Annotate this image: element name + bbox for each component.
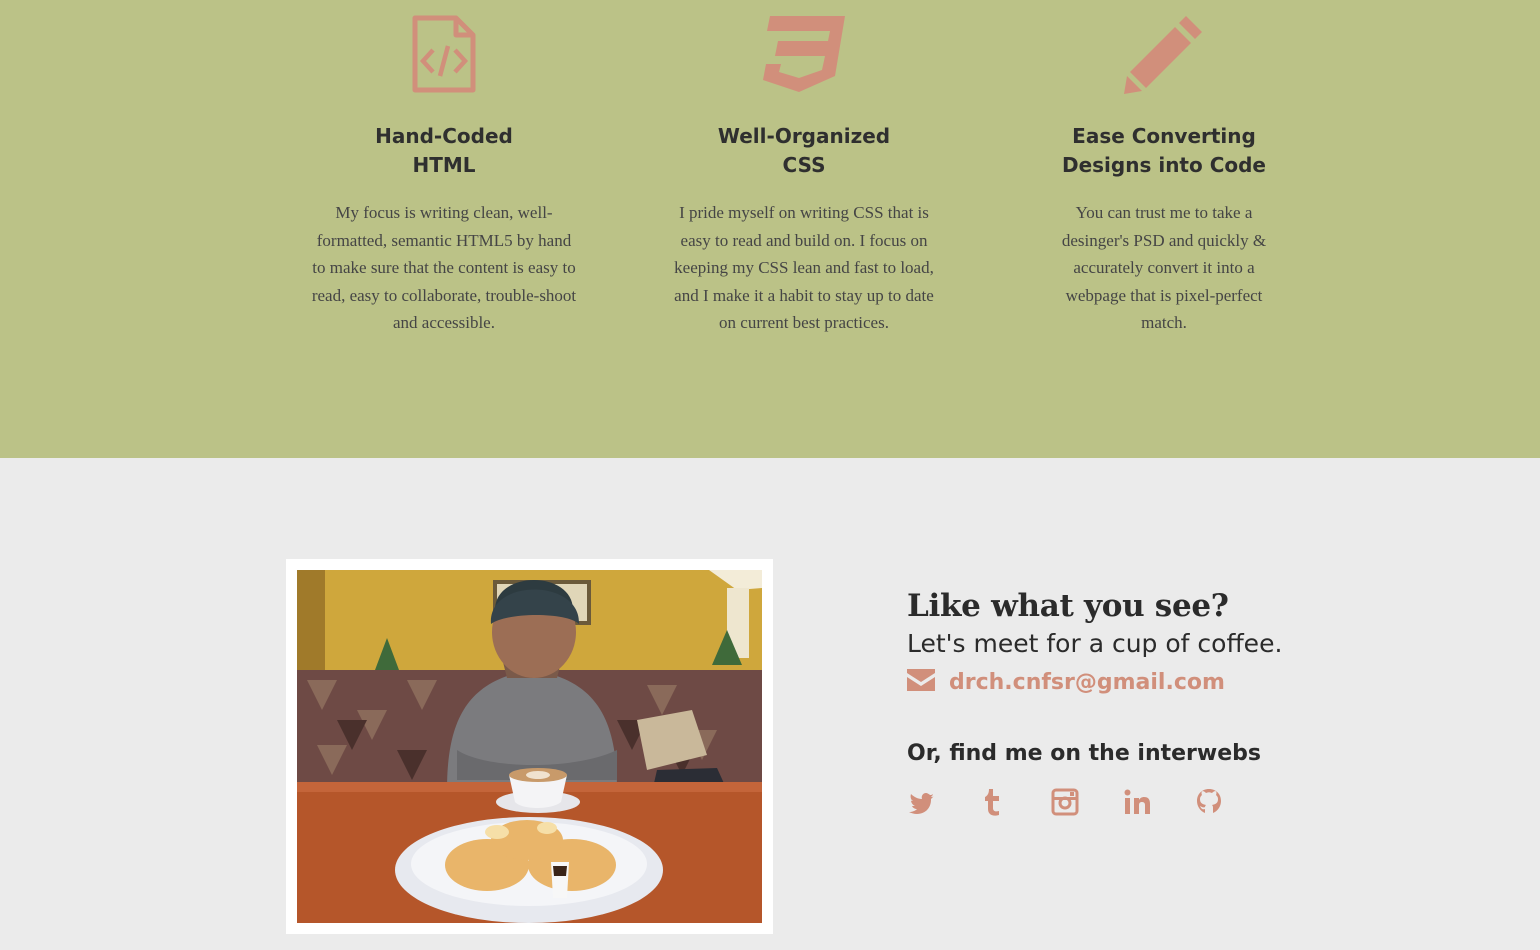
contact-heading: Like what you see? xyxy=(907,588,1229,624)
skill-title: Hand-Coded HTML xyxy=(375,124,513,177)
social-heading: Or, find me on the interwebs xyxy=(907,741,1261,766)
css3-icon xyxy=(654,0,954,100)
skill-description: You can trust me to take a desinger's PS… xyxy=(1061,203,1267,332)
skill-title: Well-Organized CSS xyxy=(717,124,891,177)
github-icon[interactable] xyxy=(1195,787,1223,817)
skill-description: I pride myself on writing CSS that is ea… xyxy=(674,203,934,332)
envelope-icon xyxy=(907,668,935,696)
skills-section: Hand-Coded HTML My focus is writing clea… xyxy=(0,0,1540,458)
twitter-icon[interactable] xyxy=(907,787,935,817)
contact-subheading: Let's meet for a cup of coffee. xyxy=(907,629,1283,658)
skill-css: Well-Organized CSS I pride myself on wri… xyxy=(654,0,954,337)
skill-description: My focus is writing clean, well-formatte… xyxy=(311,203,577,332)
social-links xyxy=(907,787,1467,821)
instagram-icon[interactable] xyxy=(1051,787,1079,817)
html-file-icon xyxy=(294,0,594,100)
skill-title: Ease Converting Designs into Code xyxy=(1061,124,1266,177)
contact-section: Like what you see? Let's meet for a cup … xyxy=(0,458,1540,950)
contact-cta: Like what you see? Let's meet for a cup … xyxy=(907,585,1467,821)
profile-photo xyxy=(297,570,762,923)
skill-html: Hand-Coded HTML My focus is writing clea… xyxy=(294,0,594,337)
linkedin-icon[interactable] xyxy=(1123,787,1151,817)
tumblr-icon[interactable] xyxy=(979,787,1007,817)
pencil-icon xyxy=(1014,0,1314,100)
email-link[interactable]: drch.cnfsr@gmail.com xyxy=(949,670,1225,695)
skill-design: Ease Converting Designs into Code You ca… xyxy=(1014,0,1314,337)
email-row: drch.cnfsr@gmail.com xyxy=(907,666,1467,698)
profile-photo-frame xyxy=(286,559,773,934)
